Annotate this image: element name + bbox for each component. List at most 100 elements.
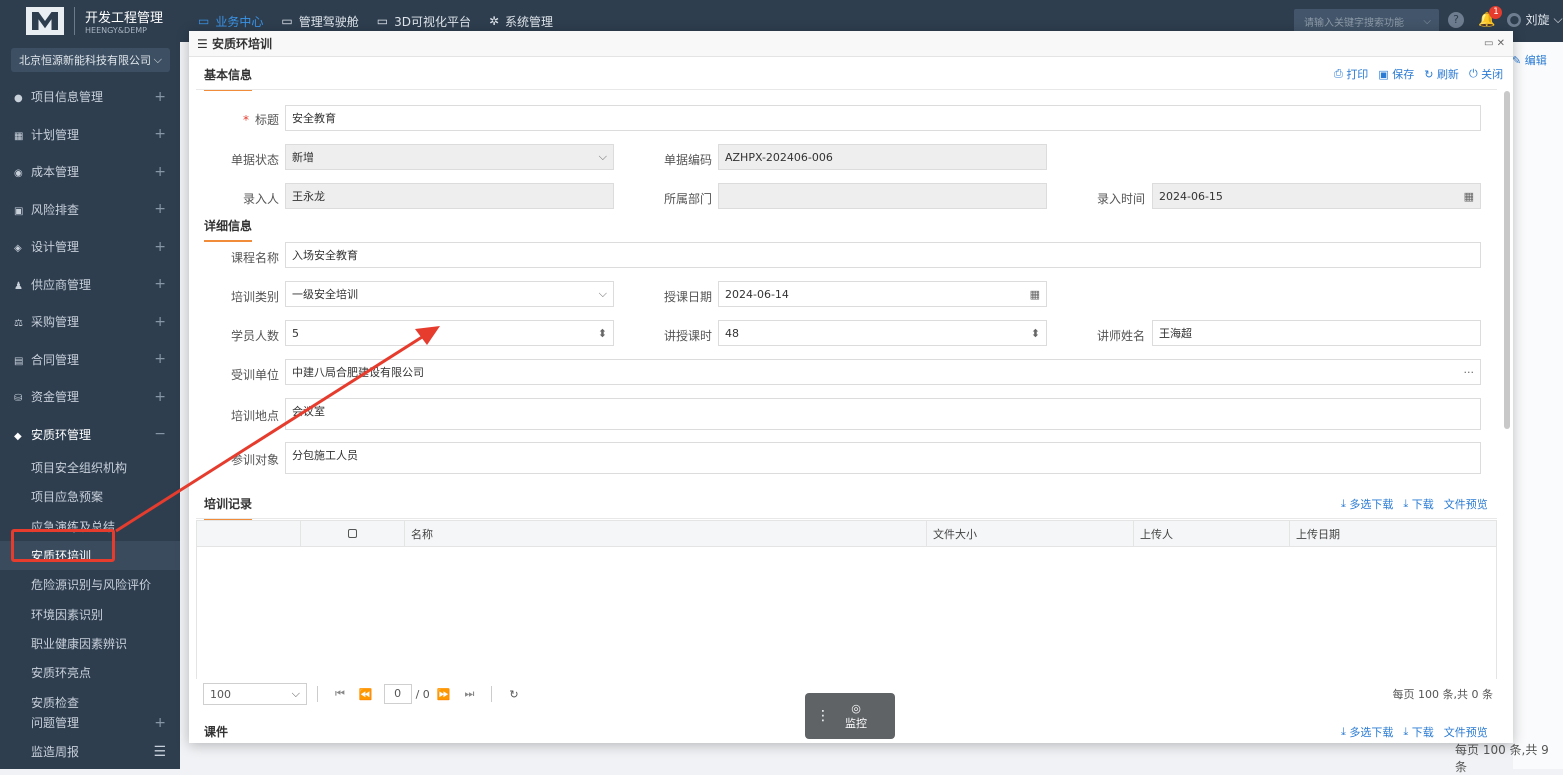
notification-badge: 1 bbox=[1489, 5, 1503, 19]
location-label: 培训地点 bbox=[230, 409, 279, 423]
chevron-down-icon: ⌵ bbox=[1553, 12, 1563, 26]
title-field[interactable]: 安全教育 bbox=[285, 105, 1481, 131]
reload-icon[interactable]: ↻ bbox=[509, 688, 518, 701]
course-name-field[interactable]: 入场安全教育 bbox=[285, 242, 1481, 268]
save-button[interactable]: ▣ 保存 bbox=[1378, 66, 1414, 82]
page-number-input[interactable]: 0 bbox=[383, 684, 412, 704]
help-icon[interactable]: ? bbox=[1448, 11, 1464, 28]
sidebar-item-project-info[interactable]: ● 项目信息管理 + bbox=[0, 78, 180, 116]
more-icon[interactable]: ··· bbox=[1464, 366, 1475, 379]
sidebar-item-fund[interactable]: ⛁ 资金管理 + bbox=[0, 378, 180, 416]
more-vertical-icon[interactable]: ⋮ bbox=[805, 708, 841, 724]
submenu-item-environment[interactable]: 环境因素识别 bbox=[0, 599, 180, 628]
monitor-widget[interactable]: ⋮ ◎ 监控 bbox=[805, 693, 895, 739]
entry-time-field[interactable]: 2024-06-15 ▦ bbox=[1152, 183, 1481, 209]
sidebar-item-risk[interactable]: ▣ 风险排查 + bbox=[0, 191, 180, 229]
sidebar-item-purchase[interactable]: ⚖ 采购管理 + bbox=[0, 303, 180, 341]
calendar-icon[interactable]: ▦ bbox=[1030, 288, 1040, 301]
nav-system[interactable]: ✲ 系统管理 bbox=[489, 13, 553, 30]
form-toolbar: ⎙ 打印 ▣ 保存 ↻ 刷新 ⏻ 关闭 bbox=[1334, 66, 1503, 82]
multi-download-button[interactable]: ⤓ 多选下载 bbox=[1341, 496, 1393, 512]
first-page-icon[interactable]: ⏮ bbox=[335, 687, 345, 701]
sidebar-item-safety[interactable]: ◆ 安质环管理 − bbox=[0, 416, 180, 454]
sidebar-item-design[interactable]: ◈ 设计管理 + bbox=[0, 228, 180, 266]
nav-business-center[interactable]: ▭ 业务中心 bbox=[198, 13, 263, 30]
sidebar-item-cost[interactable]: ◉ 成本管理 + bbox=[0, 153, 180, 191]
calendar-x-icon: ▣ bbox=[14, 205, 24, 217]
doc-code-field[interactable]: AZHPX-202406-006 bbox=[718, 144, 1047, 170]
scrollbar[interactable] bbox=[1504, 91, 1510, 429]
close-button[interactable]: ⏻ 关闭 bbox=[1469, 66, 1503, 82]
plus-icon: + bbox=[154, 238, 166, 255]
submenu-item-issues[interactable]: 问题管理 + bbox=[0, 708, 180, 737]
edit-link[interactable]: ✎ 编辑 bbox=[1512, 52, 1547, 68]
training-type-label: 培训类别 bbox=[230, 290, 279, 304]
training-dialog: ☰ 安质环培训 ▭ ✕ 基本信息 ⎙ 打印 ▣ 保存 ↻ 刷新 ⏻ 关闭 * 标题… bbox=[189, 31, 1513, 743]
select-all-checkbox[interactable] bbox=[348, 529, 357, 538]
calendar-icon[interactable]: ▦ bbox=[1464, 190, 1474, 203]
refresh-button[interactable]: ↻ 刷新 bbox=[1424, 66, 1459, 82]
user-menu[interactable]: ● 刘旋 ⌵ bbox=[1507, 11, 1563, 28]
department-field[interactable] bbox=[718, 183, 1047, 209]
file-preview-button[interactable]: 文件预览 bbox=[1444, 724, 1488, 740]
eye-icon: ◈ bbox=[14, 243, 22, 255]
column-size[interactable]: 文件大小 bbox=[927, 521, 1134, 546]
detail-info-section-title: 详细信息 bbox=[204, 217, 253, 242]
teach-date-field[interactable]: 2024-06-14 ▦ bbox=[718, 281, 1047, 307]
spinner-icon[interactable]: ⬍ bbox=[1031, 327, 1040, 340]
nav-dashboard[interactable]: ▭ 管理驾驶舱 bbox=[281, 13, 358, 30]
sidebar-item-plan[interactable]: ▦ 计划管理 + bbox=[0, 116, 180, 154]
company-selector[interactable]: 北京恒源新能科技有限公司 ⌵ bbox=[11, 48, 170, 72]
trained-unit-field[interactable]: 中建八局合肥建设有限公司 ··· bbox=[285, 359, 1481, 385]
multi-download-button[interactable]: ⤓ 多选下载 bbox=[1341, 724, 1393, 740]
download-icon: ⤓ bbox=[1341, 497, 1346, 510]
dialog-header: ☰ 安质环培训 ▭ ✕ bbox=[189, 31, 1513, 57]
download-button[interactable]: ⤓ 下载 bbox=[1403, 496, 1433, 512]
submenu-item-emergency-plan[interactable]: 项目应急预案 bbox=[0, 482, 180, 511]
plus-icon: + bbox=[154, 714, 166, 731]
spinner-icon[interactable]: ⬍ bbox=[598, 327, 607, 340]
calendar-icon: ▦ bbox=[14, 130, 24, 142]
download-button[interactable]: ⤓ 下载 bbox=[1403, 724, 1433, 740]
prev-page-icon[interactable]: ⏪ bbox=[359, 688, 373, 701]
sidebar: 开发工程管理 HEENGY&DEMP 北京恒源新能科技有限公司 ⌵ ● 项目信息管… bbox=[0, 0, 180, 769]
sidebar-item-contract[interactable]: ▤ 合同管理 + bbox=[0, 341, 180, 379]
submenu-item-health[interactable]: 职业健康因素辨识 bbox=[0, 629, 180, 658]
department-label: 所属部门 bbox=[663, 192, 712, 206]
lecturer-field[interactable]: 王海超 bbox=[1152, 320, 1481, 346]
close-icon[interactable]: ✕ bbox=[1497, 38, 1505, 49]
page-size-select[interactable]: 100 ⌵ bbox=[203, 683, 307, 705]
column-upload-date[interactable]: 上传日期 bbox=[1290, 521, 1496, 546]
search-input[interactable]: 请输入关键字搜索功能 ⌵ bbox=[1294, 9, 1439, 33]
pager-summary: 每页 100 条,共 0 条 bbox=[1392, 688, 1493, 701]
column-name[interactable]: 名称 bbox=[405, 521, 927, 546]
submenu-item-highlight[interactable]: 安质环亮点 bbox=[0, 658, 180, 687]
students-stepper[interactable]: 5 ⬍ bbox=[285, 320, 614, 346]
menu-toggle-icon[interactable]: ☰ bbox=[153, 744, 166, 760]
entry-person-field[interactable]: 王永龙 bbox=[285, 183, 614, 209]
sidebar-item-supplier[interactable]: ♟ 供应商管理 + bbox=[0, 266, 180, 304]
dialog-title: 安质环培训 bbox=[211, 37, 272, 51]
download-icon: ⤓ bbox=[1403, 725, 1409, 738]
location-textarea[interactable]: 会议室 bbox=[285, 398, 1481, 430]
bell-icon[interactable]: 🔔 1 bbox=[1478, 5, 1503, 28]
column-uploader[interactable]: 上传人 bbox=[1134, 521, 1290, 546]
nav-3d-platform[interactable]: ▭ 3D可视化平台 bbox=[377, 13, 471, 30]
maximize-icon[interactable]: ▭ bbox=[1484, 38, 1493, 49]
plus-icon: + bbox=[154, 201, 166, 218]
training-type-select[interactable]: 一级安全培训 ⌵ bbox=[285, 281, 614, 307]
hours-stepper[interactable]: 48 ⬍ bbox=[718, 320, 1047, 346]
next-page-icon[interactable]: ⏩ bbox=[437, 688, 451, 701]
audience-textarea[interactable]: 分包施工人员 bbox=[285, 442, 1481, 474]
students-label: 学员人数 bbox=[230, 329, 279, 343]
file-preview-button[interactable]: 文件预览 bbox=[1444, 496, 1488, 512]
print-button[interactable]: ⎙ 打印 bbox=[1334, 66, 1368, 82]
doc-code-label: 单据编码 bbox=[663, 153, 712, 167]
shield-icon: ◆ bbox=[14, 430, 22, 442]
submenu-item-safety-org[interactable]: 项目安全组织机构 bbox=[0, 453, 180, 482]
last-page-icon[interactable]: ⏭ bbox=[465, 687, 475, 701]
menu-icon: ☰ bbox=[197, 37, 208, 51]
doc-status-select[interactable]: 新增 ⌵ bbox=[285, 144, 614, 170]
submenu-item-hazard[interactable]: 危险源识别与风险评价 bbox=[0, 570, 180, 599]
submenu-item-weekly[interactable]: 监造周报 ☰ bbox=[0, 737, 180, 766]
